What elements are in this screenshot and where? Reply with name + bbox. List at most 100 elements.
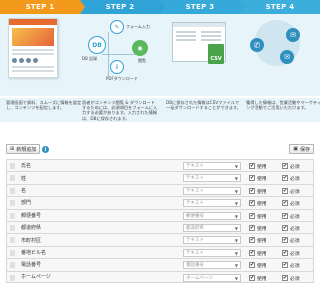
field-type-select[interactable]: ホームページ ▼ — [183, 273, 241, 282]
use-label: 使用 — [257, 214, 267, 220]
field-label: 市町村区 — [21, 237, 42, 244]
drag-handle-icon[interactable] — [10, 187, 15, 194]
add-field-button[interactable]: ⊞ 新規追加 — [6, 144, 41, 154]
required-label: 必須 — [290, 177, 300, 183]
field-type-value: 電話番号 — [186, 263, 204, 269]
use-label: 使用 — [257, 165, 267, 170]
drag-handle-icon[interactable] — [10, 262, 15, 269]
drag-handle-icon[interactable] — [10, 163, 15, 169]
step-2-illustration: DB DB 記録 ✎ フォーム入力 ◉ 閲覧 ⇩ PDFダウンロード — [80, 14, 160, 96]
required-label: 必須 — [290, 251, 300, 257]
field-row: 姓テキスト ▼ ✔ 使用 ✔ 必須 — [6, 171, 314, 184]
required-checkbox[interactable]: ✔ — [282, 237, 288, 244]
mail-group-icon: ✉ — [280, 50, 294, 64]
use-checkbox[interactable]: ✔ — [249, 212, 255, 219]
use-label: 使用 — [257, 177, 267, 183]
drag-handle-icon[interactable] — [10, 249, 15, 256]
content-document-image — [8, 18, 58, 78]
use-label: 使用 — [257, 202, 267, 208]
field-type-select[interactable]: 電話番号 ▼ — [183, 261, 241, 270]
step-2-label: STEP 2 — [105, 3, 135, 11]
chevron-down-icon: ▼ — [234, 201, 238, 207]
field-row: 番地ビル名 テキスト ▼ ✔ 使用 ✔ 必須 — [6, 245, 314, 259]
required-checkbox[interactable]: ✔ — [282, 163, 288, 169]
info-icon[interactable]: i — [42, 146, 49, 153]
required-checkbox[interactable]: ✔ — [282, 212, 288, 219]
form-icon: ✎ — [110, 20, 124, 34]
step-3: STEP 3 — [160, 0, 245, 14]
pdf-node-label: PDFダウンロード — [106, 76, 138, 81]
plus-icon: ⊞ — [10, 146, 15, 152]
field-type-select[interactable]: 郵便番号 ▼ — [183, 211, 241, 220]
field-type-select[interactable]: テキスト ▼ — [183, 174, 241, 183]
use-checkbox[interactable]: ✔ — [249, 187, 255, 194]
chevron-down-icon: ▼ — [234, 176, 238, 182]
chevron-down-icon: ▼ — [234, 250, 238, 256]
chevron-down-icon: ▼ — [234, 188, 238, 194]
step-bar: STEP 1 STEP 2 STEP 3 STEP 4 — [0, 0, 320, 14]
field-label: 姓 — [21, 175, 27, 182]
field-type-select[interactable]: テキスト ▼ — [183, 162, 241, 170]
drag-handle-icon[interactable] — [10, 274, 15, 281]
chevron-down-icon: ▼ — [234, 275, 238, 281]
required-label: 必須 — [290, 189, 300, 195]
step-3-label: STEP 3 — [185, 3, 215, 11]
step-1-description: 管理画面で資料、スムーズに情報を設定し、コンテンツを配信します。 — [6, 100, 82, 111]
required-label: 必須 — [290, 165, 300, 170]
drag-handle-icon[interactable] — [10, 224, 15, 231]
drag-handle-icon[interactable] — [10, 175, 15, 182]
step-4-label: STEP 4 — [265, 3, 295, 11]
phone-icon: ✆ — [250, 38, 264, 52]
chevron-down-icon: ▼ — [234, 238, 238, 244]
field-type-select[interactable]: 都道府県 ▼ — [183, 223, 241, 232]
step-descriptions: 管理画面で資料、スムーズに情報を設定し、コンテンツを配信します。 読者がコンテン… — [0, 98, 320, 122]
field-type-value: 都道府県 — [186, 225, 204, 231]
use-checkbox[interactable]: ✔ — [249, 274, 255, 281]
use-checkbox[interactable]: ✔ — [249, 200, 255, 207]
field-type-select[interactable]: テキスト ▼ — [183, 236, 241, 245]
add-field-label: 新規追加 — [16, 146, 37, 153]
required-label: 必須 — [290, 202, 300, 208]
use-checkbox[interactable]: ✔ — [249, 237, 255, 244]
field-type-select[interactable]: テキスト ▼ — [183, 199, 241, 208]
required-checkbox[interactable]: ✔ — [282, 224, 288, 231]
chevron-down-icon: ▼ — [234, 225, 238, 231]
field-type-value: テキスト — [186, 250, 204, 256]
field-label: ホームページ — [21, 274, 51, 281]
field-type-value: 郵便番号 — [186, 213, 204, 219]
required-checkbox[interactable]: ✔ — [282, 249, 288, 256]
drag-handle-icon[interactable] — [10, 212, 15, 219]
field-label: 電話番号 — [21, 262, 42, 269]
field-list: 氏名 テキスト ▼ ✔ 使用 ✔ 必須姓テキスト ▼ ✔ 使用 ✔ 必須名テキスト ▼ ✔ 使用 ✔ 必須 部門テ… — [6, 159, 314, 283]
required-checkbox[interactable]: ✔ — [282, 187, 288, 194]
use-checkbox[interactable]: ✔ — [249, 249, 255, 256]
required-checkbox[interactable]: ✔ — [282, 262, 288, 269]
save-label: 保存 — [299, 146, 310, 153]
use-label: 使用 — [257, 239, 267, 245]
field-row: 都道府県 都道府県 ▼ ✔ 使用 ✔ 必須 — [6, 220, 314, 234]
drag-handle-icon[interactable] — [10, 237, 15, 244]
pdf-icon: ⇩ — [110, 60, 124, 74]
use-label: 使用 — [257, 276, 267, 282]
field-type-select[interactable]: テキスト ▼ — [183, 186, 241, 195]
field-row: 電話番号 電話番号 ▼ ✔ 使用 ✔ 必須 — [6, 258, 314, 271]
use-checkbox[interactable]: ✔ — [249, 175, 255, 182]
form-toolbar: ⊞ 新規追加 i ▣ 保存 — [0, 141, 320, 157]
db-node-label: DB 記録 — [82, 56, 98, 61]
field-type-value: テキスト — [186, 238, 204, 244]
use-checkbox[interactable]: ✔ — [249, 262, 255, 269]
drag-handle-icon[interactable] — [10, 200, 15, 207]
step-1-illustration — [0, 14, 80, 96]
use-checkbox[interactable]: ✔ — [249, 163, 255, 169]
use-label: 使用 — [257, 251, 267, 257]
use-checkbox[interactable]: ✔ — [249, 224, 255, 231]
required-checkbox[interactable]: ✔ — [282, 200, 288, 207]
required-checkbox[interactable]: ✔ — [282, 175, 288, 182]
csv-file-icon: CSV — [208, 44, 224, 64]
step-4: STEP 4 — [240, 0, 320, 14]
step-3-illustration: CSV — [160, 14, 240, 96]
save-button[interactable]: ▣ 保存 — [289, 144, 314, 154]
csv-label: CSV — [210, 56, 222, 62]
required-checkbox[interactable]: ✔ — [282, 274, 288, 281]
field-type-select[interactable]: テキスト ▼ — [183, 248, 241, 257]
